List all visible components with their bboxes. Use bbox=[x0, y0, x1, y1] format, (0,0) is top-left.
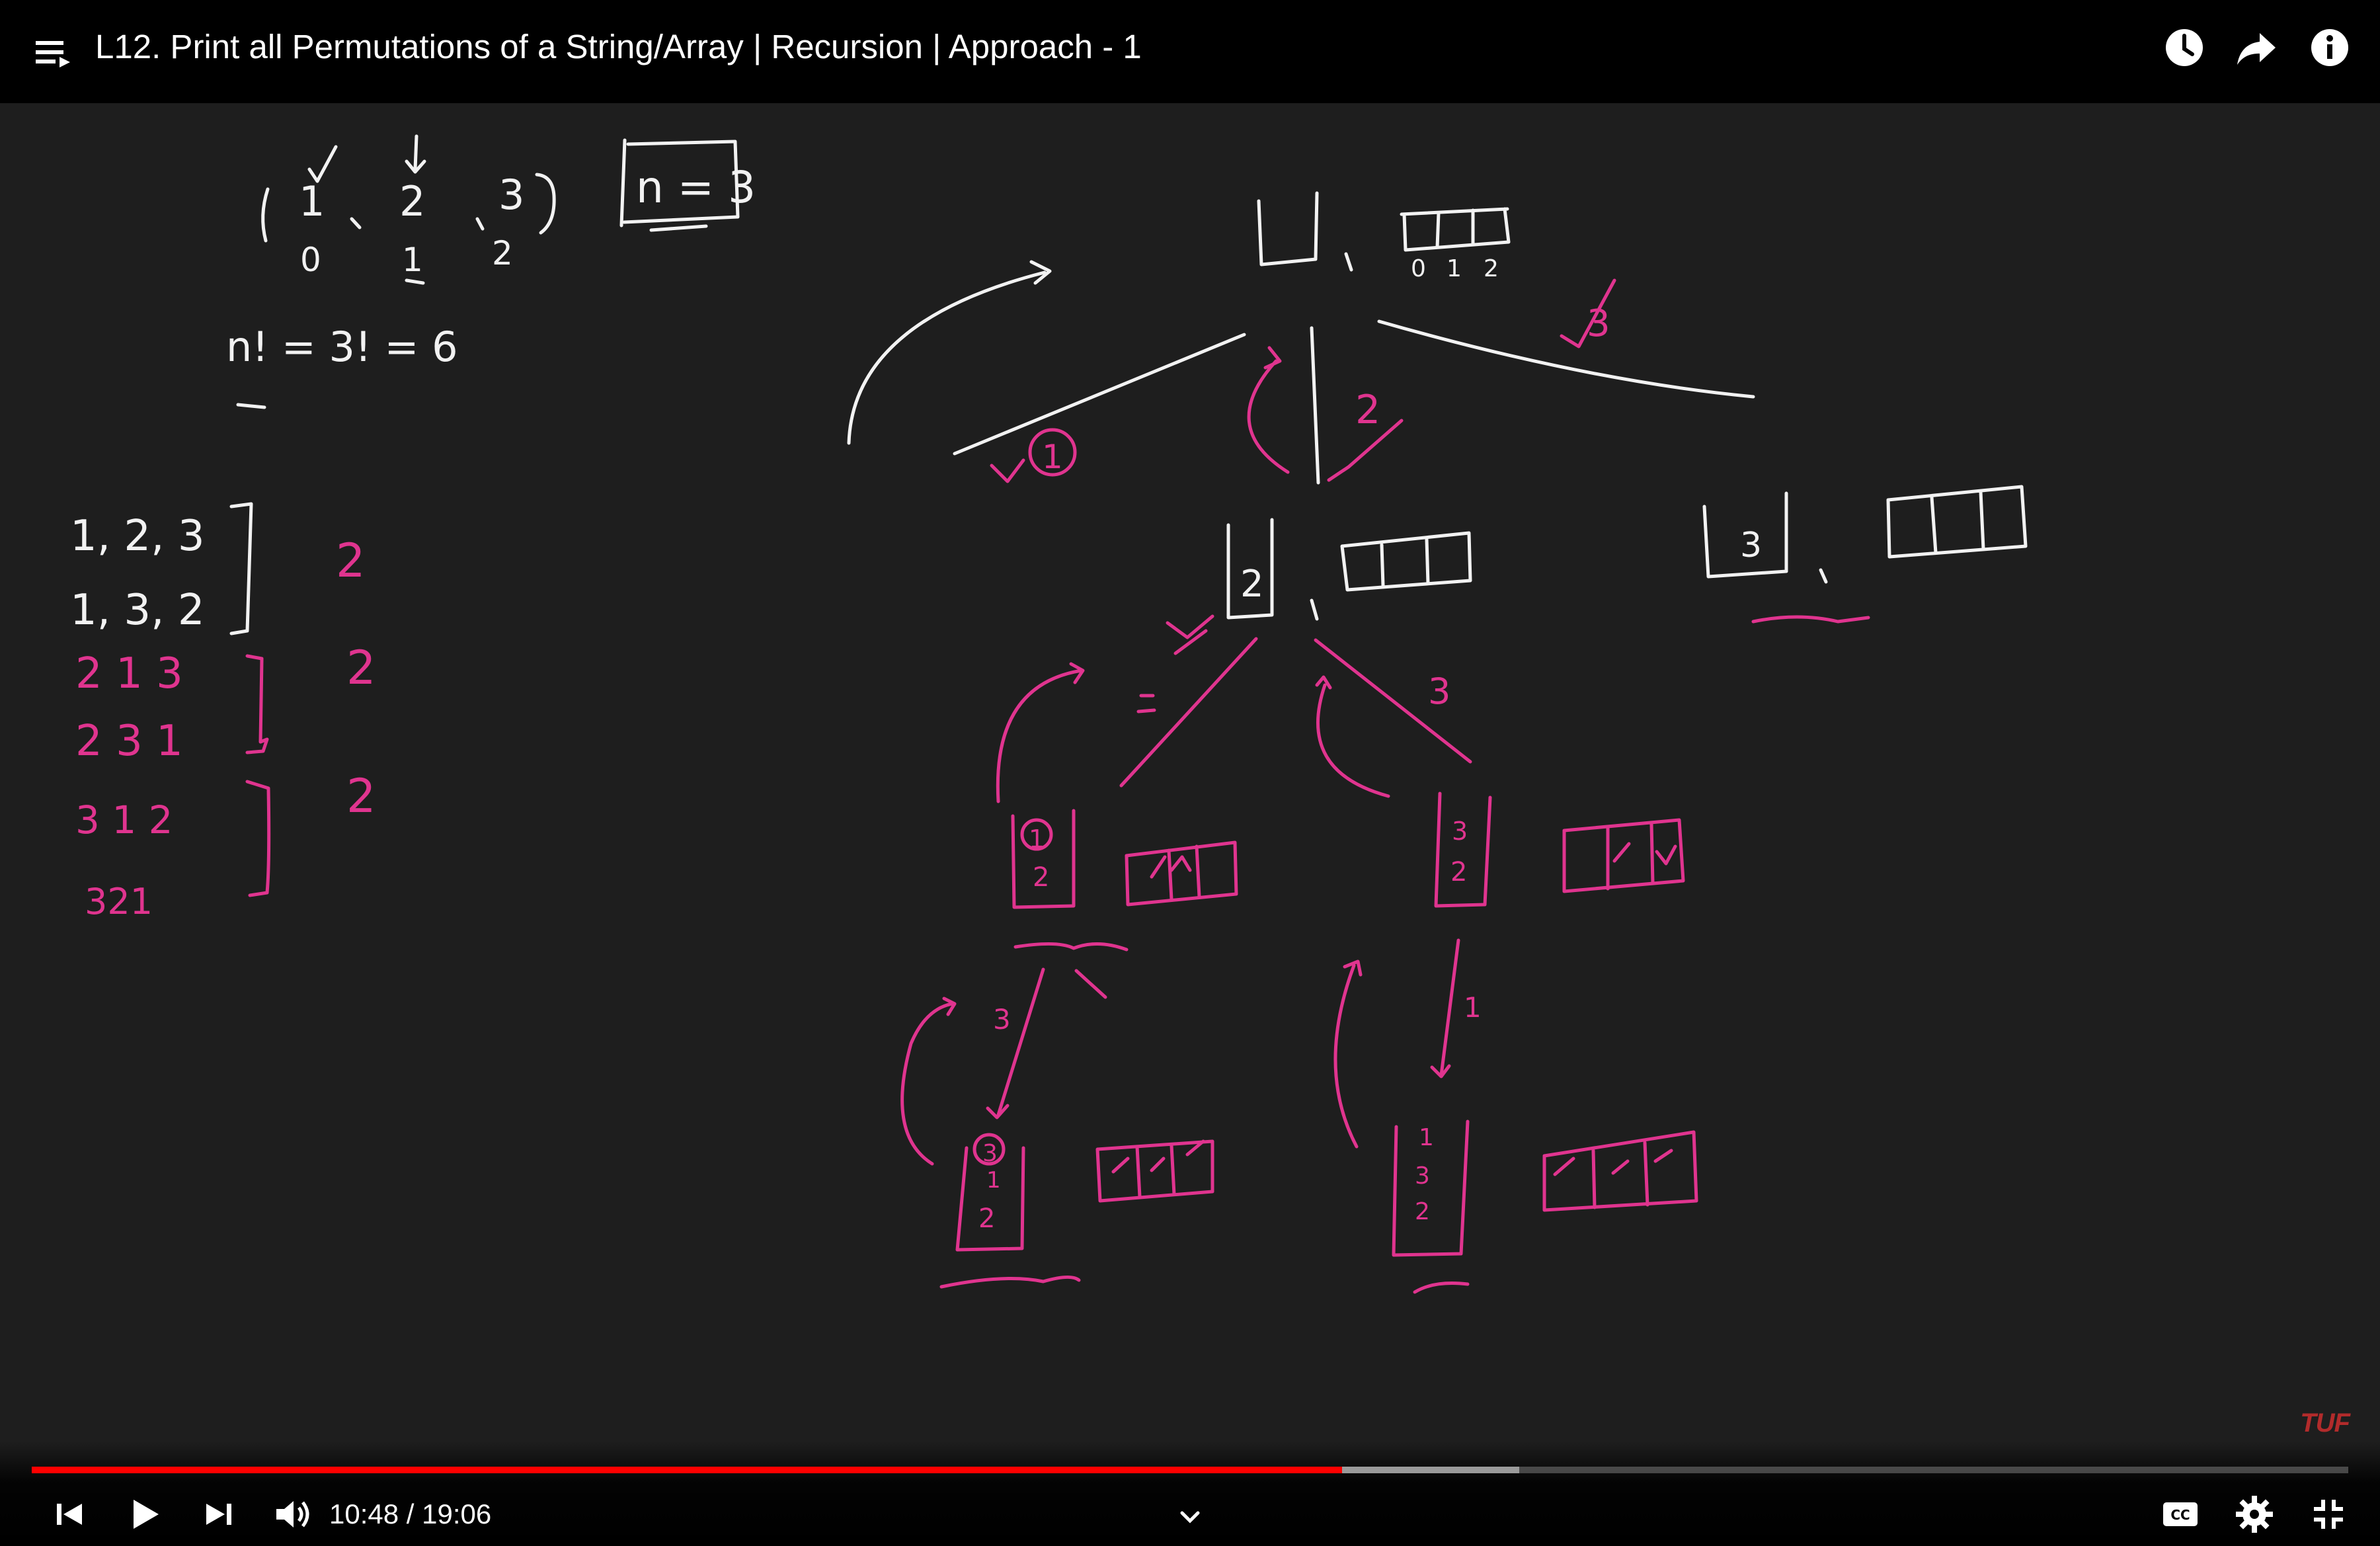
level3-node-1-mid: 1 bbox=[986, 1167, 1001, 1194]
level2-node-1-top: 1 bbox=[1029, 825, 1045, 854]
root-freq-index-1: 1 bbox=[1447, 255, 1462, 282]
perm-group-count: 2 bbox=[336, 534, 366, 588]
share-icon[interactable] bbox=[2233, 24, 2281, 71]
time-display: 10:48 / 19:06 bbox=[329, 1498, 492, 1529]
level3-node-2-bottom: 2 bbox=[1415, 1198, 1430, 1225]
array-index-0: 0 bbox=[300, 241, 321, 279]
chevron-down-icon[interactable] bbox=[1166, 1505, 1214, 1531]
progress-played bbox=[32, 1467, 1342, 1473]
factorial-label: n! = 3! = 6 bbox=[226, 323, 458, 371]
play-icon[interactable] bbox=[120, 1490, 168, 1538]
volume-icon[interactable] bbox=[268, 1490, 316, 1538]
info-icon[interactable] bbox=[2306, 24, 2354, 71]
n-equals-label: n = 3 bbox=[636, 162, 756, 213]
permutation-row: 321 bbox=[85, 881, 153, 922]
pink-annotations bbox=[245, 278, 1870, 1294]
level3-node-2-mid: 3 bbox=[1415, 1162, 1430, 1190]
player-controls: 10:48 / 19:06 CC bbox=[0, 1442, 2380, 1546]
perm-group-count: 2 bbox=[346, 769, 376, 823]
permutation-row: 3 1 2 bbox=[75, 797, 173, 842]
level2-node-1-bottom: 2 bbox=[1033, 862, 1049, 893]
array-index-2: 2 bbox=[492, 234, 513, 272]
array-value-1: 1 bbox=[299, 177, 325, 225]
video-frame-whiteboard[interactable]: 1 2 3 0 1 2 n = 3 n! = 3! = 6 1, 2, 3 1,… bbox=[0, 103, 2380, 1442]
exit-fullscreen-icon[interactable] bbox=[2305, 1490, 2352, 1538]
level1-ds-3: 3 bbox=[1740, 526, 1762, 565]
level3-branch-label-3: 3 bbox=[993, 1003, 1011, 1036]
progress-bar[interactable] bbox=[32, 1467, 2348, 1473]
video-title[interactable]: L12. Print all Permutations of a String/… bbox=[95, 24, 1142, 70]
playlist-icon[interactable] bbox=[30, 30, 77, 77]
level1-ds-2: 2 bbox=[1240, 563, 1264, 606]
whiteboard-drawing: 1 2 3 0 1 2 n = 3 n! = 3! = 6 1, 2, 3 1,… bbox=[70, 134, 2028, 1294]
level3-node-1-bottom: 2 bbox=[978, 1203, 995, 1234]
permutation-row: 2 3 1 bbox=[75, 717, 183, 766]
level2-node-2-bottom: 2 bbox=[1450, 857, 1467, 887]
level3-node-2-top: 1 bbox=[1419, 1124, 1434, 1151]
branch-label-1: 1 bbox=[1042, 438, 1063, 476]
list-bracket-1 bbox=[229, 502, 253, 635]
previous-icon[interactable] bbox=[46, 1490, 94, 1538]
watch-later-icon[interactable] bbox=[2161, 24, 2208, 71]
level2-branch-label-3: 3 bbox=[1428, 671, 1450, 712]
root-node bbox=[847, 191, 2028, 621]
root-freq-index-0: 0 bbox=[1411, 255, 1426, 282]
next-icon[interactable] bbox=[194, 1490, 242, 1538]
permutation-row: 1, 3, 2 bbox=[70, 586, 205, 635]
branch-label-2: 2 bbox=[1355, 387, 1380, 433]
root-freq-index-2: 2 bbox=[1484, 255, 1499, 282]
array-index-1: 1 bbox=[402, 241, 423, 279]
array-value-3: 3 bbox=[498, 171, 524, 219]
permutation-row: 2 1 3 bbox=[75, 649, 183, 698]
branch-label-3: 3 bbox=[1587, 302, 1610, 345]
level3-node-1-top: 3 bbox=[982, 1140, 998, 1167]
captions-icon[interactable]: CC bbox=[2157, 1490, 2204, 1538]
settings-icon[interactable] bbox=[2231, 1490, 2278, 1538]
level2-node-2-top: 3 bbox=[1452, 817, 1468, 846]
video-title-bar: L12. Print all Permutations of a String/… bbox=[0, 0, 2380, 103]
permutation-row: 1, 2, 3 bbox=[70, 512, 205, 561]
tuf-watermark: TUF bbox=[2300, 1408, 2350, 1438]
array-value-2: 2 bbox=[399, 177, 425, 225]
perm-group-count: 2 bbox=[346, 641, 376, 695]
level3-branch-label-1: 1 bbox=[1464, 991, 1482, 1024]
svg-text:CC: CC bbox=[2170, 1507, 2190, 1523]
